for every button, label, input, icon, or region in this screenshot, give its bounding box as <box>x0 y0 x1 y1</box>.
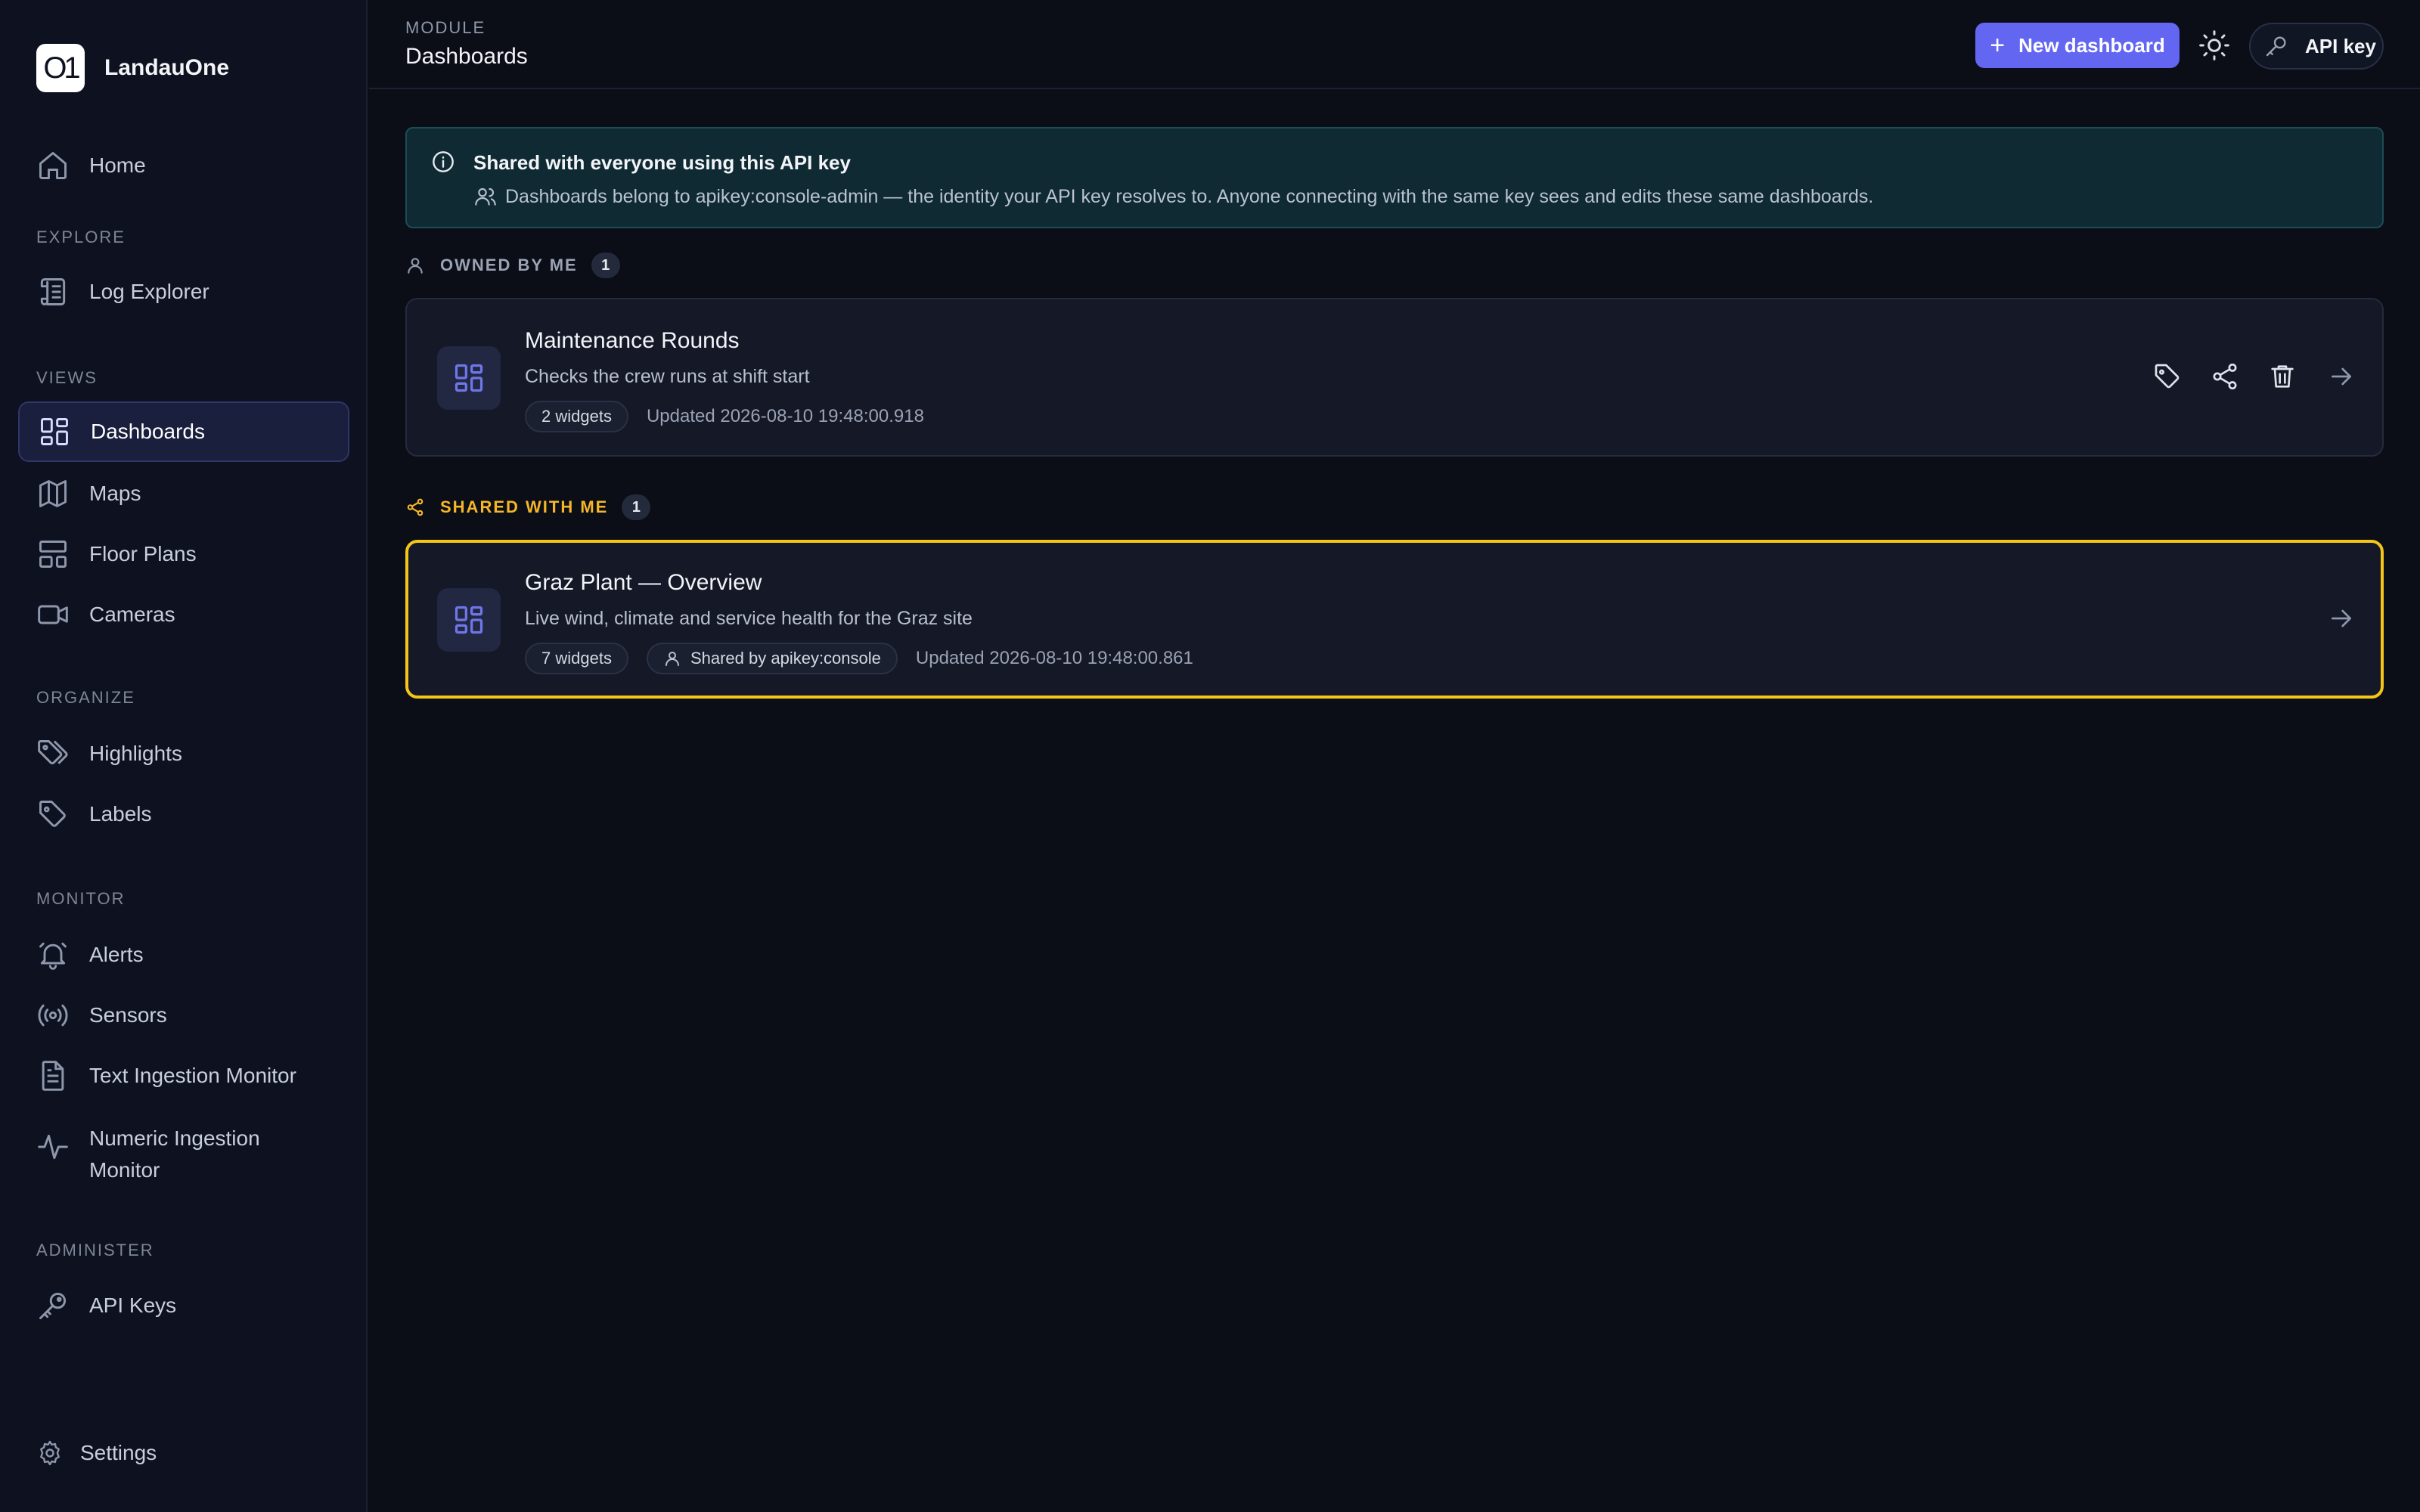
sidebar-item-label: Floor Plans <box>89 542 197 565</box>
sidebar: O1 LandauOne Home EXPLORE Log Explorer V… <box>0 0 368 1512</box>
home-icon <box>36 149 70 182</box>
sidebar-item-label: Text Ingestion Monitor <box>89 1064 296 1087</box>
sidebar-item-sensors[interactable]: Sensors <box>18 985 349 1046</box>
banner-text: Dashboards belong to apikey:console-admi… <box>505 186 1874 207</box>
info-icon <box>431 150 455 174</box>
key-icon <box>2264 34 2288 58</box>
tag-icon <box>36 798 70 831</box>
sidebar-item-log-explorer[interactable]: Log Explorer <box>18 262 349 322</box>
shared-info-banner: Shared with everyone using this API key … <box>405 127 2384 228</box>
api-key-button[interactable]: API key <box>2249 23 2384 70</box>
updated-timestamp: Updated 2026-08-10 19:48:00.861 <box>915 648 1193 668</box>
app-name: LandauOne <box>104 55 230 80</box>
sidebar-item-label: Settings <box>80 1441 157 1464</box>
sidebar-item-cameras[interactable]: Cameras <box>18 584 349 645</box>
sidebar-item-floor-plans[interactable]: Floor Plans <box>18 524 349 584</box>
user-icon <box>663 649 681 668</box>
trash-icon[interactable] <box>2267 361 2297 392</box>
share-icon <box>405 497 425 517</box>
share-icon[interactable] <box>2210 361 2240 392</box>
tags-icon <box>36 737 70 770</box>
top-header: MODULE Dashboards + New dashboard API ke… <box>369 0 2420 89</box>
owned-heading-label: OWNED BY ME <box>440 256 578 274</box>
sidebar-item-label: Sensors <box>89 1003 167 1027</box>
sidebar-item-numeric-ingestion-monitor[interactable]: Numeric Ingestion Monitor <box>18 1112 349 1188</box>
sidebar-item-highlights[interactable]: Highlights <box>18 723 349 784</box>
sidebar-item-text-ingestion-monitor[interactable]: Text Ingestion Monitor <box>18 1046 349 1106</box>
bell-ringing-icon <box>36 938 70 971</box>
dashboard-title: Maintenance Rounds <box>525 328 740 353</box>
sidebar-item-labels[interactable]: Labels <box>18 784 349 844</box>
map-icon <box>36 477 70 510</box>
arrow-right-icon[interactable] <box>2326 603 2356 634</box>
section-monitor: MONITOR <box>36 889 126 908</box>
sidebar-item-label: Labels <box>89 802 152 826</box>
sidebar-item-label: Maps <box>89 482 141 505</box>
shared-by-pill: Shared by apikey:console <box>646 643 898 674</box>
section-administer: ADMINISTER <box>36 1241 154 1259</box>
broadcast-icon <box>36 999 70 1032</box>
widget-count-pill: 2 widgets <box>525 401 628 432</box>
sidebar-item-home[interactable]: Home <box>18 135 349 196</box>
dashboard-grid-icon <box>38 415 71 448</box>
dashboard-card[interactable]: Maintenance Rounds Checks the crew runs … <box>405 298 2384 457</box>
sidebar-item-label: API Keys <box>89 1294 177 1317</box>
users-icon <box>473 184 498 209</box>
page-title: Dashboards <box>405 44 528 69</box>
tag-icon[interactable] <box>2152 361 2183 392</box>
shared-count-badge: 1 <box>622 494 651 520</box>
new-dashboard-label: New dashboard <box>2018 33 2165 57</box>
sidebar-item-dashboards[interactable]: Dashboards <box>18 401 349 462</box>
widget-count-pill: 7 widgets <box>525 643 628 674</box>
dashboard-meta: 7 widgets Shared by apikey:console Updat… <box>525 643 1193 674</box>
section-explore: EXPLORE <box>36 228 126 246</box>
module-label: MODULE <box>405 18 486 37</box>
sidebar-item-settings[interactable]: Settings <box>18 1423 349 1483</box>
owned-section-heading: OWNED BY ME 1 <box>405 253 620 278</box>
owned-count-badge: 1 <box>591 253 620 278</box>
scroll-icon <box>36 275 70 308</box>
user-icon <box>405 256 425 275</box>
section-views: VIEWS <box>36 368 98 387</box>
shared-section-heading: SHARED WITH ME 1 <box>405 494 651 520</box>
floor-plan-icon <box>36 538 70 571</box>
api-key-label: API key <box>2305 34 2376 57</box>
sidebar-item-label: Dashboards <box>91 420 205 443</box>
sidebar-item-label: Cameras <box>89 603 175 626</box>
plus-icon: + <box>1990 31 2006 60</box>
arrow-right-icon[interactable] <box>2326 361 2356 392</box>
sidebar-item-label: Alerts <box>89 943 144 966</box>
dashboard-grid-icon <box>437 346 501 410</box>
dashboard-meta: 2 widgets Updated 2026-08-10 19:48:00.91… <box>525 401 924 432</box>
brand[interactable]: O1 LandauOne <box>36 44 229 92</box>
sidebar-item-label: Highlights <box>89 742 182 765</box>
shared-heading-label: SHARED WITH ME <box>440 497 609 516</box>
sidebar-item-label: Home <box>89 153 146 177</box>
theme-toggle-sun-icon[interactable] <box>2198 29 2231 62</box>
sidebar-item-label: Log Explorer <box>89 280 209 303</box>
dashboard-description: Checks the crew runs at shift start <box>525 366 810 387</box>
key-icon <box>36 1289 70 1322</box>
sidebar-item-maps[interactable]: Maps <box>18 463 349 524</box>
new-dashboard-button[interactable]: + New dashboard <box>1975 23 2180 68</box>
video-camera-icon <box>36 598 70 631</box>
gear-icon <box>36 1439 64 1467</box>
sidebar-item-alerts[interactable]: Alerts <box>18 925 349 985</box>
dashboard-description: Live wind, climate and service health fo… <box>525 608 973 629</box>
sidebar-item-label: Numeric Ingestion Monitor <box>89 1126 260 1182</box>
dashboard-title: Graz Plant — Overview <box>525 570 762 595</box>
activity-icon <box>36 1130 70 1163</box>
dashboard-card[interactable]: Graz Plant — Overview Live wind, climate… <box>405 540 2384 699</box>
document-text-icon <box>36 1059 70 1092</box>
section-organize: ORGANIZE <box>36 688 135 707</box>
banner-title: Shared with everyone using this API key <box>473 151 851 174</box>
shared-by-label: Shared by apikey:console <box>690 649 881 668</box>
sidebar-item-api-keys[interactable]: API Keys <box>18 1275 349 1336</box>
app-logo: O1 <box>36 44 85 92</box>
updated-timestamp: Updated 2026-08-10 19:48:00.918 <box>646 406 924 426</box>
dashboard-grid-icon <box>437 588 501 652</box>
